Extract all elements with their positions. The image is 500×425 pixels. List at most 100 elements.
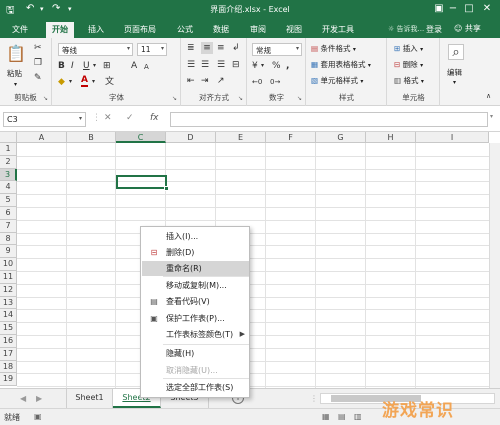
comma-button[interactable]: ,	[286, 60, 289, 72]
align-bottom-icon[interactable]: ≡	[217, 42, 225, 54]
sheet-tab-sheet1[interactable]: Sheet1	[66, 389, 113, 408]
number-format-combo[interactable]: 常规 ▾	[252, 43, 302, 56]
cell-styles-button[interactable]: ▧ 单元格样式 ▾	[311, 75, 363, 86]
menu-item[interactable]: 隐藏(H)	[142, 346, 249, 361]
italic-button[interactable]: I	[71, 60, 74, 72]
editing-dropdown-icon[interactable]: ▾	[453, 79, 456, 86]
underline-dropdown-icon[interactable]: ▾	[93, 60, 96, 72]
borders-icon[interactable]: ⊞	[103, 60, 111, 72]
font-launcher-icon[interactable]: ↘	[172, 95, 177, 102]
menu-item[interactable]: 插入(I)...	[142, 229, 249, 244]
menu-item[interactable]: 工作表标签颜色(T) ▶	[142, 327, 249, 342]
login-link[interactable]: 登录	[426, 24, 442, 35]
insert-function-icon[interactable]: fx	[150, 113, 159, 123]
align-right-icon[interactable]: ☰	[217, 59, 225, 71]
tab-data[interactable]: 数据	[213, 24, 229, 35]
ribbon-display-icon[interactable]: ▣	[432, 3, 446, 14]
vertical-scrollbar[interactable]	[489, 143, 500, 388]
alignment-launcher-icon[interactable]: ↘	[238, 95, 243, 102]
font-name-combo[interactable]: 等线 ▾	[58, 43, 133, 56]
column-header[interactable]: D	[166, 132, 216, 143]
currency-dropdown-icon[interactable]: ▾	[261, 60, 264, 72]
fill-color-dropdown-icon[interactable]: ▾	[69, 76, 72, 88]
cut-icon[interactable]: ✂	[34, 42, 42, 54]
paste-label[interactable]: 粘贴	[7, 68, 22, 79]
align-middle-icon[interactable]: ≡	[201, 42, 213, 54]
menu-item[interactable]: ▣ 保护工作表(P)...	[142, 311, 249, 326]
row-header[interactable]: 9	[0, 245, 17, 259]
column-header[interactable]: F	[266, 132, 316, 143]
decrease-indent-icon[interactable]: ⇤	[187, 75, 195, 87]
maximize-icon[interactable]: □	[462, 3, 476, 14]
tab-formulas[interactable]: 公式	[177, 24, 193, 35]
next-sheet-icon[interactable]: ▶	[36, 394, 42, 403]
minimize-icon[interactable]: −	[446, 3, 460, 14]
prev-sheet-icon[interactable]: ◀	[20, 394, 26, 403]
row-header[interactable]: 17	[0, 347, 17, 361]
formula-input[interactable]	[170, 112, 488, 127]
row-header[interactable]: 7	[0, 219, 17, 233]
percent-button[interactable]: %	[272, 60, 281, 72]
row-header[interactable]: 2	[0, 155, 17, 169]
row-header[interactable]: 4	[0, 181, 17, 195]
delete-cells-button[interactable]: ⊟ 删除 ▾	[394, 59, 423, 70]
page-layout-view-icon[interactable]: ▤	[338, 412, 346, 421]
format-cells-button[interactable]: ▥ 格式 ▾	[394, 75, 424, 86]
collapse-ribbon-icon[interactable]: ∧	[486, 90, 491, 102]
tab-home[interactable]: 开始	[46, 22, 74, 38]
worksheet-grid[interactable]: ABCDEFGHI 1 2 3 4 5 6 7 8 9 10 11 12 13 14 15 16 17 18 19	[0, 132, 500, 388]
column-header[interactable]: C	[116, 132, 166, 143]
increase-indent-icon[interactable]: ⇥	[201, 75, 209, 87]
editing-button-label[interactable]: 编辑	[447, 67, 462, 78]
column-header[interactable]: B	[67, 132, 116, 143]
row-header[interactable]: 11	[0, 271, 17, 284]
row-header[interactable]: 16	[0, 335, 17, 348]
align-left-icon[interactable]: ☰	[187, 59, 195, 71]
tell-me-box[interactable]: ☼ 告诉我...	[388, 24, 424, 34]
decrease-decimal-icon[interactable]: 0→	[270, 76, 280, 88]
row-header[interactable]: 13	[0, 296, 17, 310]
menu-item[interactable]: 移动或复制(M)...	[142, 278, 249, 293]
merge-center-icon[interactable]: ⊟	[232, 59, 240, 71]
format-painter-icon[interactable]: ✎	[34, 72, 42, 84]
tab-review[interactable]: 审阅	[250, 24, 266, 35]
menu-item[interactable]: ▤ 查看代码(V)	[142, 294, 249, 309]
search-icon[interactable]: ⌕	[448, 44, 464, 60]
wrap-text-icon[interactable]: ↲	[232, 42, 240, 54]
bold-button[interactable]: B	[58, 60, 65, 72]
tab-developer[interactable]: 开发工具	[322, 24, 354, 35]
row-header[interactable]: 6	[0, 207, 17, 220]
column-header[interactable]: H	[366, 132, 416, 143]
font-color-dropdown-icon[interactable]: ▾	[92, 76, 95, 88]
tab-insert[interactable]: 插入	[88, 24, 104, 35]
confirm-icon[interactable]: ✓	[126, 113, 134, 123]
tab-file[interactable]: 文件	[12, 24, 28, 35]
insert-cells-button[interactable]: ⊞ 插入 ▾	[394, 43, 423, 54]
select-all-corner[interactable]	[0, 132, 17, 143]
menu-item[interactable]: 选定全部工作表(S)	[142, 380, 249, 395]
paste-icon[interactable]: 📋	[6, 43, 26, 65]
fill-color-icon[interactable]: ◆	[58, 76, 65, 88]
grow-font-button[interactable]: A	[131, 60, 137, 72]
row-header[interactable]: 3	[0, 168, 17, 182]
format-as-table-button[interactable]: ▦ 套用表格格式 ▾	[311, 59, 371, 70]
expand-formula-icon[interactable]: ▾	[490, 113, 493, 120]
share-button[interactable]: ☺ 共享	[454, 23, 481, 34]
column-header[interactable]: A	[17, 132, 67, 143]
row-header[interactable]: 1	[0, 143, 17, 156]
menu-item[interactable]: 重命名(R)	[142, 261, 249, 276]
underline-button[interactable]: U	[83, 60, 90, 72]
row-header[interactable]: 18	[0, 360, 17, 374]
column-header[interactable]: E	[216, 132, 266, 143]
increase-decimal-icon[interactable]: ←0	[252, 76, 262, 88]
tab-view[interactable]: 视图	[286, 24, 302, 35]
row-header[interactable]: 10	[0, 258, 17, 271]
close-icon[interactable]: ✕	[480, 3, 494, 14]
tab-page-layout[interactable]: 页面布局	[124, 24, 156, 35]
align-center-icon[interactable]: ☰	[201, 59, 209, 71]
row-header[interactable]: 15	[0, 322, 17, 335]
currency-icon[interactable]: ¥	[252, 60, 258, 72]
font-color-button[interactable]: A	[81, 75, 88, 87]
page-break-view-icon[interactable]: ▥	[354, 412, 362, 421]
cancel-icon[interactable]: ✕	[104, 113, 112, 123]
